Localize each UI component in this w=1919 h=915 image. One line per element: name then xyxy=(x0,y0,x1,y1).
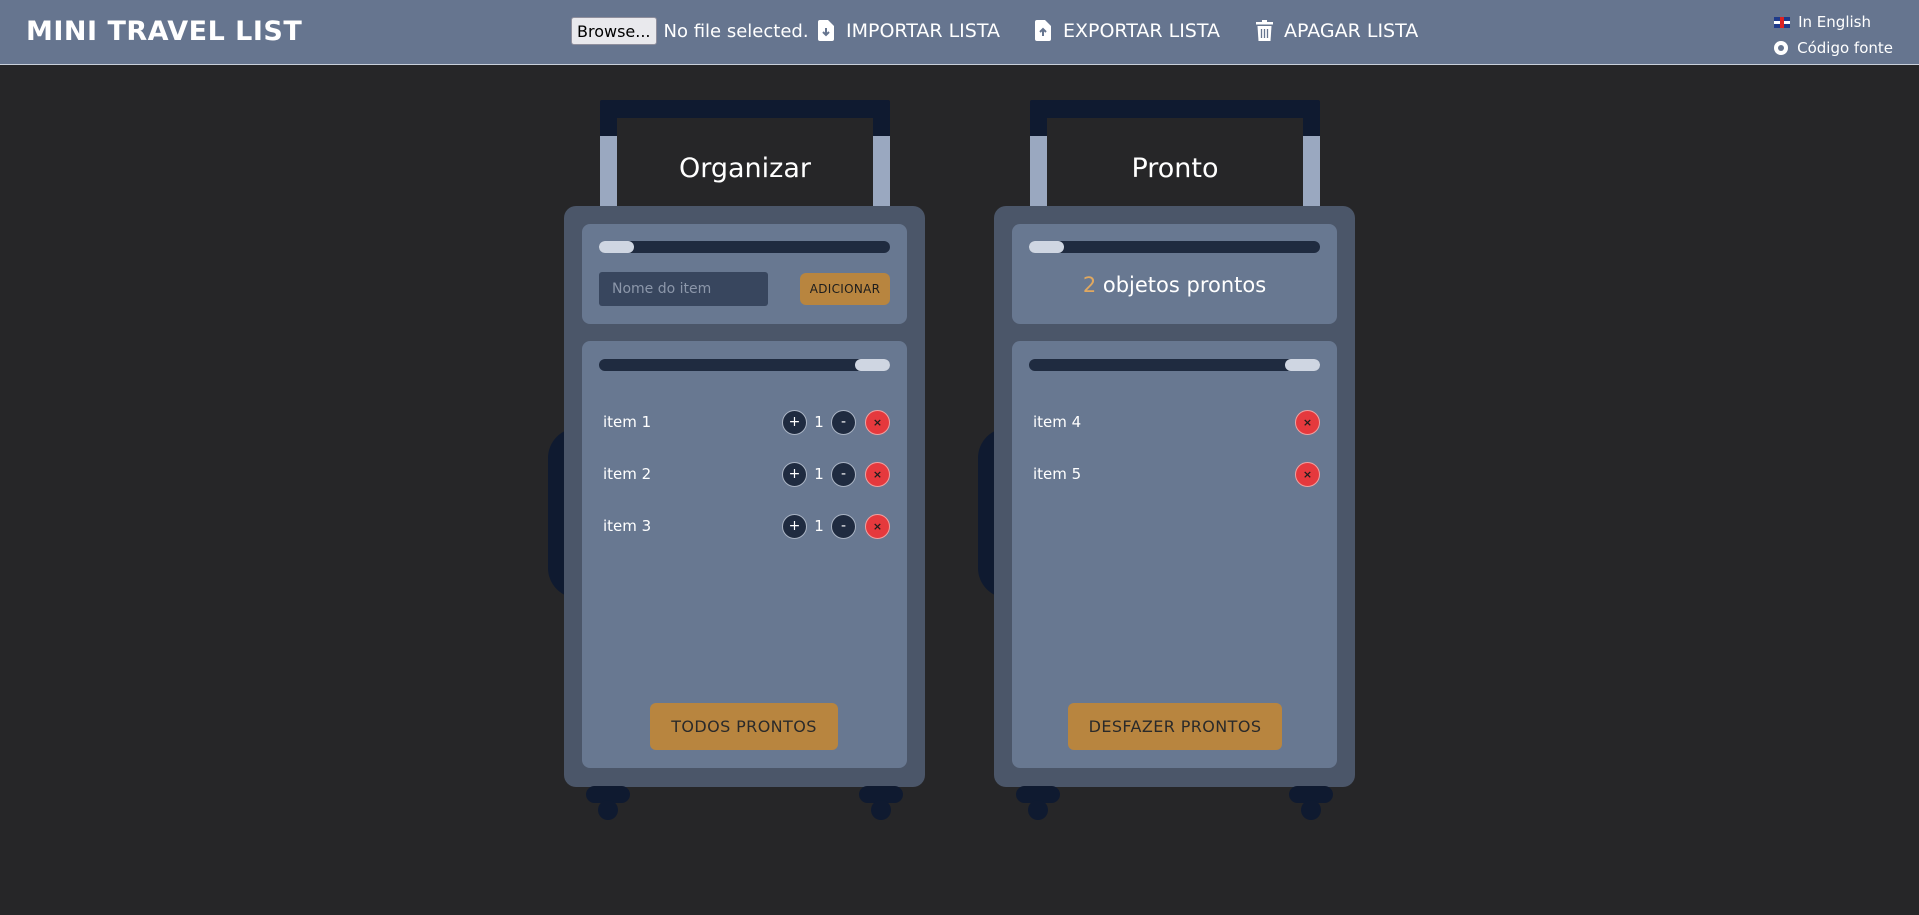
all-ready-button[interactable]: TODOS PRONTOS xyxy=(650,703,838,750)
drag-bar[interactable] xyxy=(1029,241,1320,253)
decrease-button[interactable]: - xyxy=(831,513,856,539)
increase-button[interactable]: + xyxy=(782,461,807,487)
github-icon xyxy=(1774,41,1789,55)
organize-case-body: ADICIONAR item 1 + 1 - × item 2 + 1 - × … xyxy=(564,206,925,787)
ready-title: Pronto xyxy=(1131,153,1219,184)
drag-bar[interactable] xyxy=(599,241,890,253)
drag-knob[interactable] xyxy=(1029,241,1064,253)
drag-knob[interactable] xyxy=(599,241,634,253)
trash-icon xyxy=(1256,20,1274,42)
wheel xyxy=(1301,800,1321,820)
list-item: item 3 + 1 - × xyxy=(599,511,890,541)
header-links: In English Código fonte xyxy=(1774,9,1893,61)
ready-case-body: 2 objetos prontos item 4 × item 5 × DESF… xyxy=(994,206,1355,787)
file-import-icon xyxy=(818,20,836,42)
drag-knob[interactable] xyxy=(1285,359,1320,371)
item-label: item 5 xyxy=(1033,465,1082,483)
delete-list-button[interactable]: APAGAR LISTA xyxy=(1256,20,1418,42)
ready-list-panel: item 4 × item 5 × DESFAZER PRONTOS xyxy=(1012,341,1337,768)
item-quantity: 1 xyxy=(814,517,824,535)
add-item-panel: ADICIONAR xyxy=(582,224,907,324)
list-item: item 4 × xyxy=(1029,407,1320,437)
drag-bar[interactable] xyxy=(1029,359,1320,371)
ready-count: 2 objetos prontos xyxy=(1012,273,1337,297)
uk-flag-icon xyxy=(1774,16,1791,28)
wheel xyxy=(871,800,891,820)
delete-item-button[interactable]: × xyxy=(865,513,890,539)
item-label: item 2 xyxy=(603,465,652,483)
add-button[interactable]: ADICIONAR xyxy=(800,273,890,305)
source-code-link[interactable]: Código fonte xyxy=(1774,35,1893,61)
delete-item-button[interactable]: × xyxy=(865,409,890,435)
list-item: item 2 + 1 - × xyxy=(599,459,890,489)
item-quantity: 1 xyxy=(814,413,824,431)
item-name-input[interactable] xyxy=(599,272,768,306)
delete-item-button[interactable]: × xyxy=(1295,461,1320,487)
drag-knob[interactable] xyxy=(855,359,890,371)
file-status: No file selected. xyxy=(663,20,809,42)
decrease-button[interactable]: - xyxy=(831,461,856,487)
item-quantity: 1 xyxy=(814,465,824,483)
export-list-label: EXPORTAR LISTA xyxy=(1063,20,1221,42)
delete-item-button[interactable]: × xyxy=(865,461,890,487)
wheel xyxy=(598,800,618,820)
delete-list-label: APAGAR LISTA xyxy=(1284,20,1419,42)
item-label: item 1 xyxy=(603,413,652,431)
wheel xyxy=(1028,800,1048,820)
handle-post-left xyxy=(600,136,617,208)
increase-button[interactable]: + xyxy=(782,409,807,435)
browse-button[interactable]: Browse... xyxy=(571,17,657,45)
language-link-label: In English xyxy=(1798,13,1871,31)
delete-item-button[interactable]: × xyxy=(1295,409,1320,435)
handle-post-right xyxy=(1303,136,1320,208)
ready-count-number: 2 xyxy=(1082,273,1097,297)
import-list-button[interactable]: IMPORTAR LISTA xyxy=(818,20,1000,42)
ready-summary-panel: 2 objetos prontos xyxy=(1012,224,1337,324)
import-list-label: IMPORTAR LISTA xyxy=(846,20,1000,42)
handle-post-right xyxy=(873,136,890,208)
undo-ready-button[interactable]: DESFAZER PRONTOS xyxy=(1068,703,1282,750)
handle-post-left xyxy=(1030,136,1047,208)
export-list-button[interactable]: EXPORTAR LISTA xyxy=(1035,20,1220,42)
file-picker[interactable]: Browse... No file selected. xyxy=(571,17,809,45)
top-bar: MINI TRAVEL LIST Browse... No file selec… xyxy=(0,0,1919,65)
item-label: item 3 xyxy=(603,517,652,535)
list-item: item 1 + 1 - × xyxy=(599,407,890,437)
increase-button[interactable]: + xyxy=(782,513,807,539)
decrease-button[interactable]: - xyxy=(831,409,856,435)
list-item: item 5 × xyxy=(1029,459,1320,489)
item-label: item 4 xyxy=(1033,413,1082,431)
organize-list-panel: item 1 + 1 - × item 2 + 1 - × item 3 + 1… xyxy=(582,341,907,768)
app-title: MINI TRAVEL LIST xyxy=(26,16,303,47)
drag-bar[interactable] xyxy=(599,359,890,371)
source-code-label: Código fonte xyxy=(1797,39,1893,57)
language-link[interactable]: In English xyxy=(1774,9,1893,35)
organize-title: Organizar xyxy=(679,153,811,184)
ready-count-text: objetos prontos xyxy=(1096,273,1267,297)
file-export-icon xyxy=(1035,20,1053,42)
